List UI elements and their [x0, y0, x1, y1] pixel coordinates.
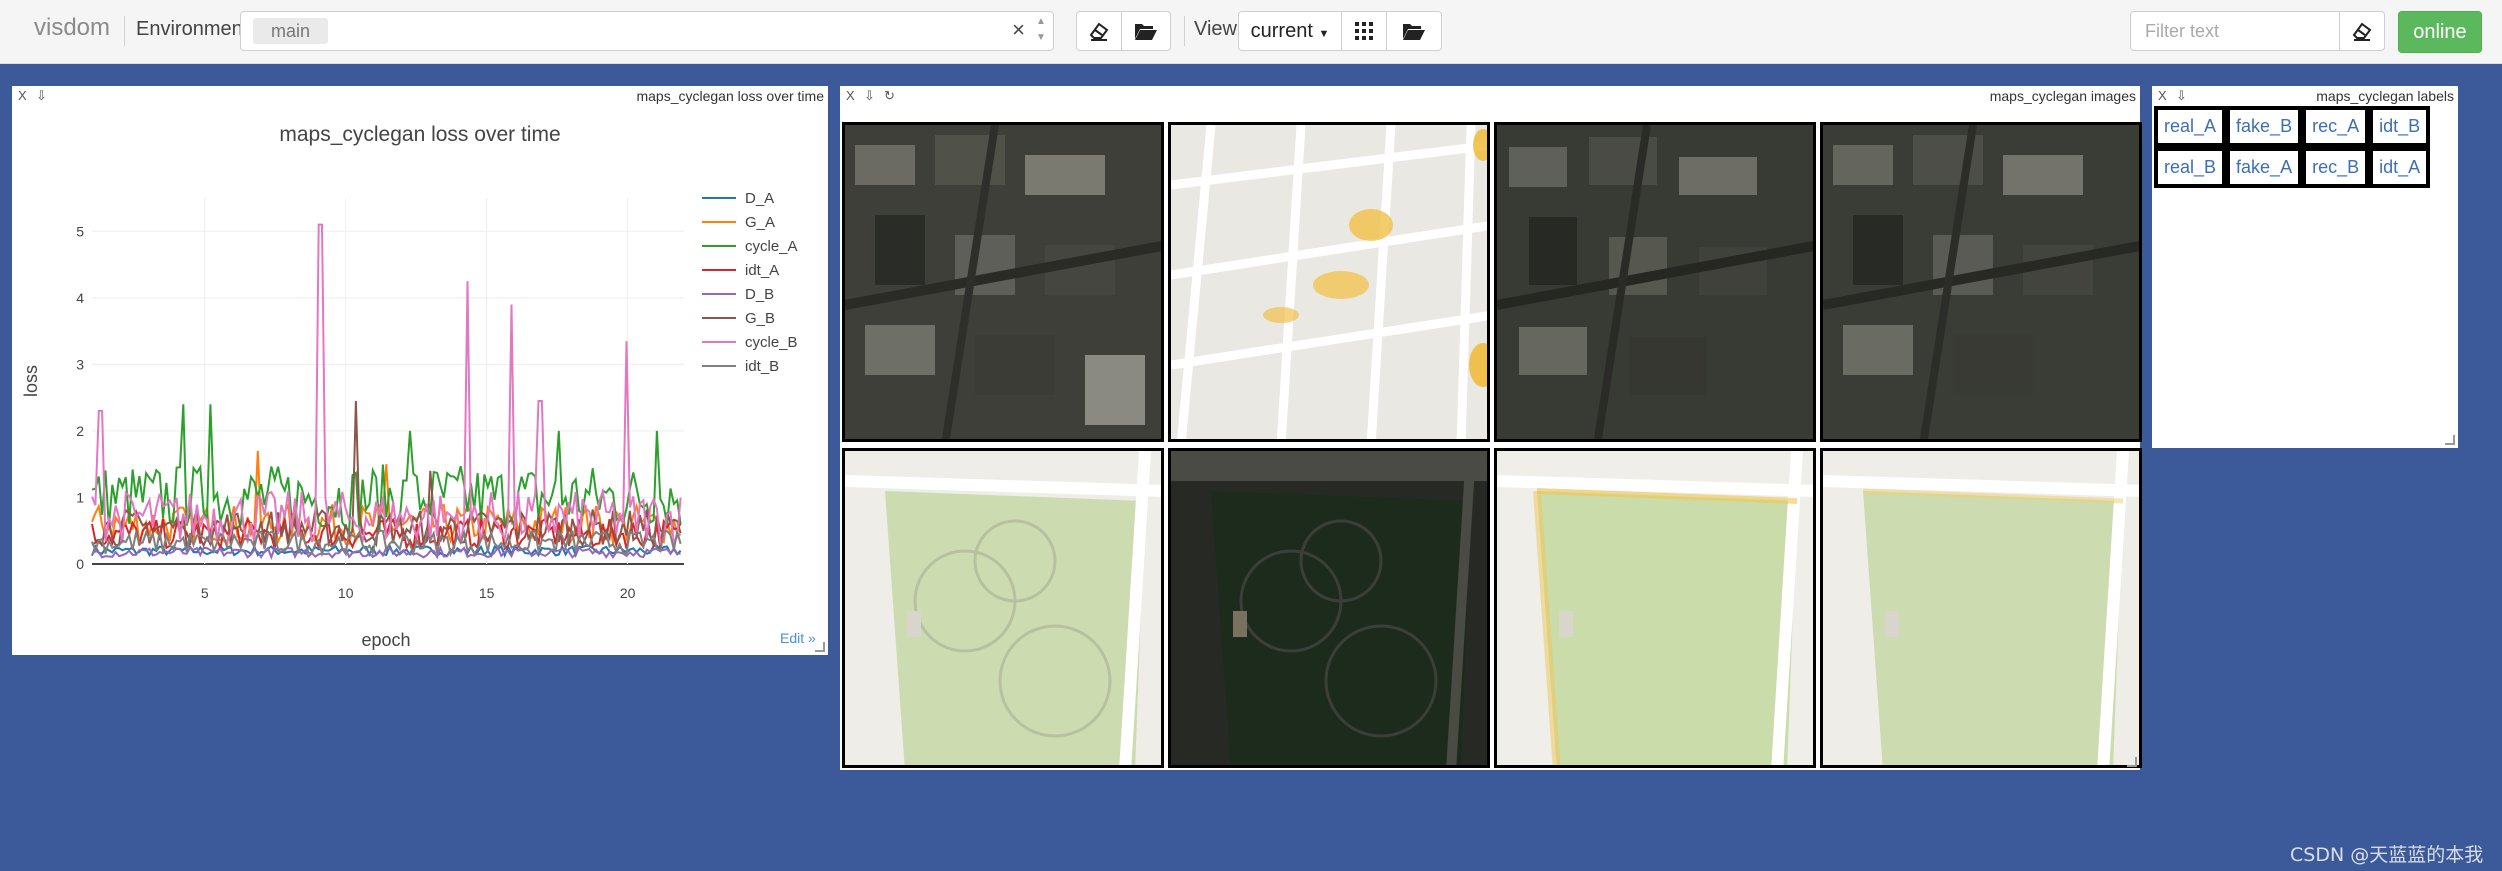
label-cell: rec_A — [2302, 106, 2370, 147]
legend-item-label: cycle_A — [745, 238, 798, 255]
top-toolbar: visdom Environment main × ▲ ▼ View curren… — [0, 0, 2502, 64]
satellite-image — [1171, 451, 1487, 765]
legend-item-label: idt_B — [745, 358, 779, 375]
x-tick-label: 20 — [620, 585, 636, 601]
map-image — [1171, 125, 1487, 439]
folder-open-icon — [1135, 24, 1157, 40]
environment-tag-main[interactable]: main — [253, 18, 329, 44]
satellite-image — [845, 125, 1161, 439]
close-pane-icon[interactable]: X — [846, 88, 855, 103]
app-brand: visdom — [34, 14, 111, 41]
map-image — [1823, 451, 2139, 765]
image-real_A — [842, 122, 1164, 442]
legend-item-label: idt_A — [745, 262, 779, 279]
pane-header[interactable]: X ⇩ ↻ maps_cyclegan images — [840, 86, 2140, 108]
loss-chart[interactable]: maps_cyclegan loss over time epoch loss … — [12, 86, 828, 655]
separator — [124, 16, 125, 46]
y-tick-label: 0 — [76, 556, 84, 572]
y-axis-label: loss — [21, 365, 41, 397]
x-tick-label: 5 — [201, 585, 209, 601]
label-cell: real_A — [2154, 106, 2227, 147]
y-tick-label: 3 — [76, 356, 84, 372]
x-axis-label: epoch — [361, 630, 410, 650]
environment-spinner[interactable]: ▲ ▼ — [1033, 14, 1049, 46]
label-cell: fake_B — [2226, 106, 2303, 147]
image-idt_B — [1820, 122, 2142, 442]
loss-plot-pane[interactable]: X ⇩ maps_cyclegan loss over time maps_cy… — [12, 86, 828, 655]
view-dropdown[interactable]: current ▼ — [1238, 11, 1342, 51]
view-value: current — [1250, 20, 1313, 42]
clear-env-button[interactable] — [1076, 11, 1122, 51]
y-tick-label: 5 — [76, 223, 84, 239]
series-line-cycle_B — [91, 223, 682, 547]
image-real_B — [842, 448, 1164, 768]
legend-item-label: G_A — [745, 214, 775, 231]
manage-env-button[interactable] — [1121, 11, 1171, 51]
x-tick-label: 10 — [338, 585, 354, 601]
series-layer — [91, 223, 682, 561]
table-row: real_A fake_B rec_A idt_B — [2154, 106, 2431, 147]
environment-label: Environment — [136, 18, 249, 40]
image-fake_B — [1168, 122, 1490, 442]
legend-item-label: G_B — [745, 310, 775, 327]
legend[interactable]: D_A G_A cycle_A idt_A D_B G_B cycle_B idt_B — [702, 190, 798, 375]
view-label: View — [1194, 18, 1237, 40]
satellite-image — [1497, 125, 1813, 439]
caret-down-icon: ▼ — [1318, 28, 1330, 40]
repack-button[interactable] — [1341, 11, 1387, 51]
eraser-icon — [2352, 22, 2372, 41]
separator — [1184, 16, 1185, 46]
satellite-image — [1823, 125, 2139, 439]
folder-open-icon — [1403, 24, 1425, 40]
environment-select-field[interactable]: main × ▲ ▼ — [240, 11, 1054, 51]
image-fake_A — [1168, 448, 1490, 768]
label-cell: idt_A — [2369, 147, 2431, 188]
chart-title: maps_cyclegan loss over time — [279, 123, 560, 146]
resize-handle[interactable] — [815, 642, 825, 652]
legend-item-label: D_A — [745, 190, 774, 207]
y-tick-label: 4 — [76, 290, 84, 306]
y-tick-label: 1 — [76, 489, 84, 505]
legend-item-label: D_B — [745, 286, 774, 303]
save-pane-icon[interactable]: ⇩ — [864, 88, 875, 104]
image-rec_B — [1494, 448, 1816, 768]
y-tick-label: 2 — [76, 423, 84, 439]
labels-table: real_A fake_B rec_A idt_B real_B fake_A … — [2154, 106, 2431, 188]
images-pane[interactable]: X ⇩ ↻ maps_cyclegan images — [840, 86, 2142, 770]
save-pane-icon[interactable]: ⇩ — [2176, 88, 2187, 104]
refresh-icon[interactable]: ↻ — [884, 88, 895, 104]
pane-header[interactable]: X ⇩ maps_cyclegan labels — [2152, 86, 2458, 108]
map-image — [1497, 451, 1813, 765]
x-tick-label: 15 — [479, 585, 495, 601]
edit-chart-link[interactable]: Edit » — [780, 630, 816, 646]
label-cell: rec_B — [2302, 147, 2370, 188]
close-pane-icon[interactable]: X — [2158, 88, 2167, 103]
label-cell: real_B — [2154, 147, 2227, 188]
label-cell: fake_A — [2226, 147, 2303, 188]
resize-handle[interactable] — [2445, 435, 2455, 445]
eraser-icon — [1089, 22, 1109, 41]
legend-item-label: cycle_B — [745, 334, 798, 351]
watermark: CSDN @天蓝蓝的本我 — [2290, 844, 2484, 866]
image-rec_A — [1494, 122, 1816, 442]
labels-pane[interactable]: X ⇩ maps_cyclegan labels real_A fake_B r… — [2152, 86, 2458, 448]
label-cell: idt_B — [2369, 106, 2431, 147]
connection-status-button[interactable]: online — [2398, 11, 2482, 53]
pane-title: maps_cyclegan images — [1989, 88, 2136, 104]
grid-icon — [1355, 22, 1373, 40]
image-idt_A — [1820, 448, 2142, 768]
map-image — [845, 451, 1161, 765]
resize-handle[interactable] — [2127, 757, 2137, 767]
pane-title: maps_cyclegan labels — [2316, 88, 2454, 104]
filter-text-input[interactable] — [2130, 11, 2340, 51]
manage-views-button[interactable] — [1386, 11, 1442, 51]
clear-filter-button[interactable] — [2339, 11, 2385, 51]
clear-environment-icon[interactable]: × — [1012, 17, 1025, 43]
table-row: real_B fake_A rec_B idt_A — [2154, 147, 2431, 188]
